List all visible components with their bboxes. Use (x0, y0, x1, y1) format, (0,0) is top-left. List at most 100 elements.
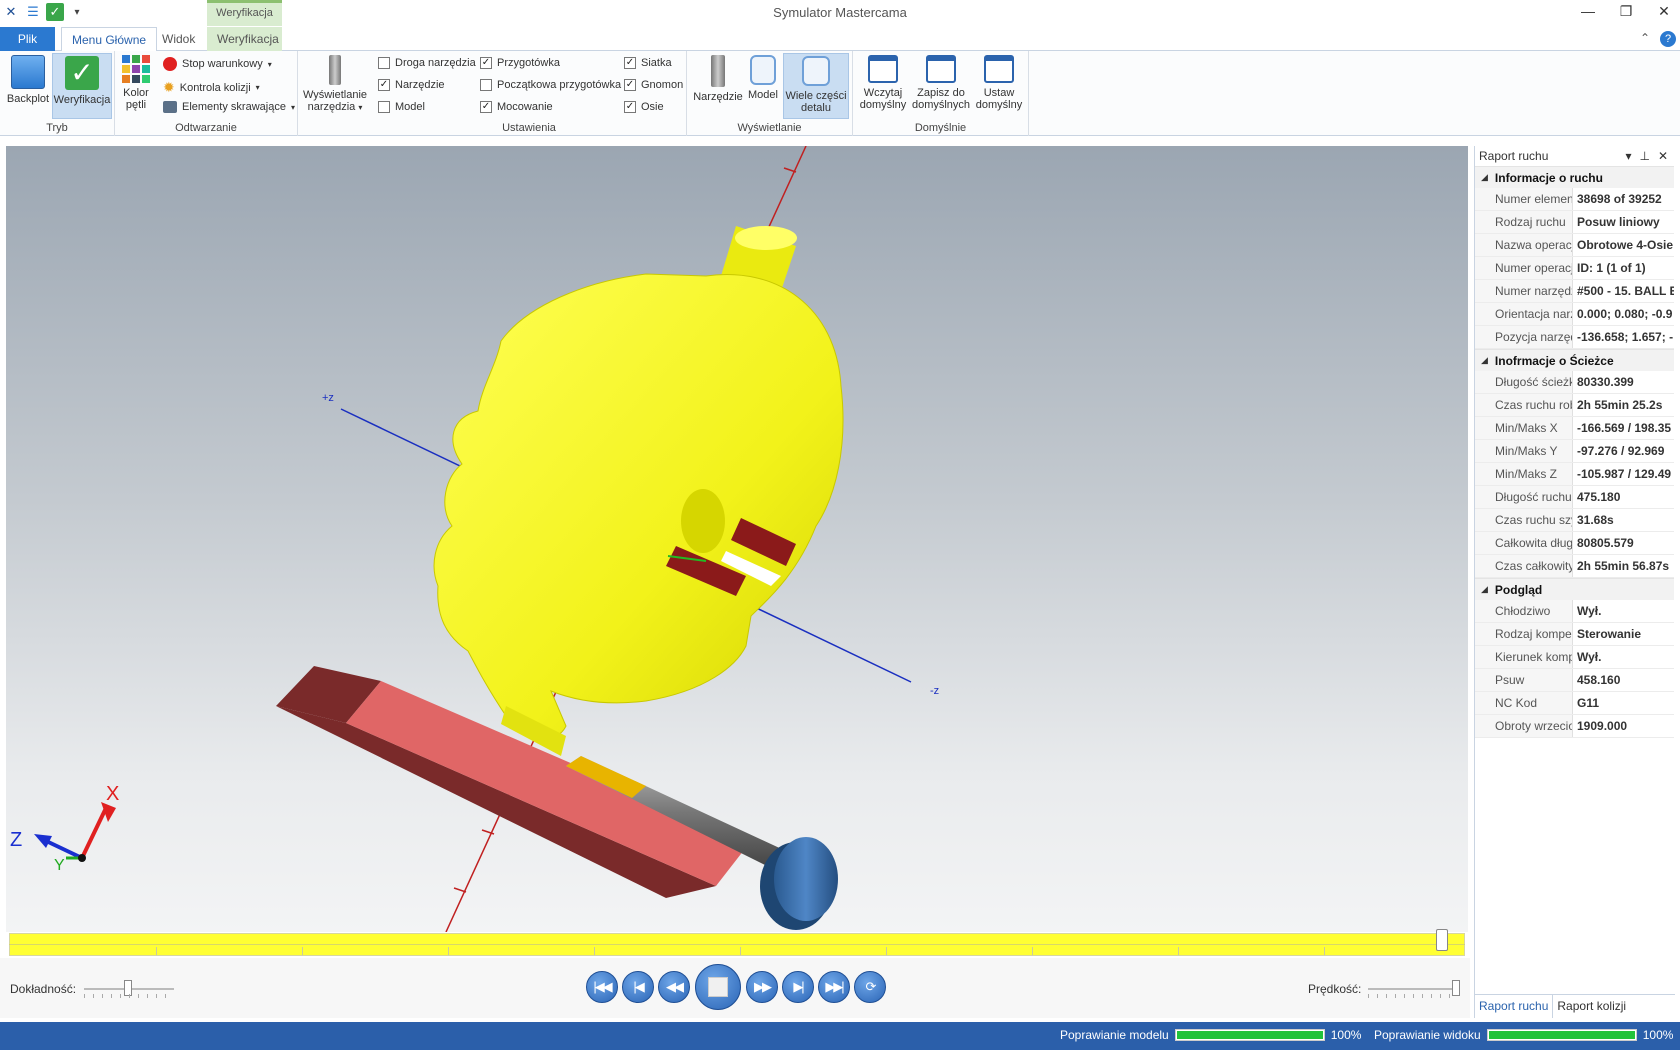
model-checkbox[interactable]: Model (378, 101, 425, 113)
property-row[interactable]: Rodzaj ruchu Posuw liniowy (1475, 211, 1674, 234)
accuracy-slider[interactable] (84, 980, 174, 998)
property-row[interactable]: Numer narzędzia#500 - 15. BALL E (1475, 280, 1674, 303)
load-window-icon (868, 55, 898, 83)
gnomon-checkbox[interactable]: ✓ Gnomon (624, 79, 683, 91)
tab-collision-report[interactable]: Raport kolizji (1553, 995, 1630, 1018)
timeline-line (9, 944, 1465, 945)
group-label-tryb: Tryb (46, 122, 68, 134)
collapse-ribbon-icon[interactable]: ⌃ (1640, 31, 1650, 47)
property-row[interactable]: Psuw 458.160 (1475, 669, 1674, 692)
color-grid-icon (122, 55, 150, 83)
property-row[interactable]: Czas ruchu szybkiego31.68s (1475, 509, 1674, 532)
stock-checkbox[interactable]: ✓ Przygotówka (480, 57, 560, 69)
timeline-tick (448, 947, 449, 955)
tab-verification[interactable]: Weryfikacja (207, 27, 282, 51)
property-row[interactable]: Numer elementu38698 of 39252 (1475, 188, 1674, 211)
property-row[interactable]: Czas całkowity 2h 55min 56.87s (1475, 555, 1674, 578)
property-row[interactable]: Min/Maks Y -97.276 / 92.969 (1475, 440, 1674, 463)
simulation-viewport[interactable]: +z -z X Z Y (6, 146, 1468, 932)
axes-checkbox[interactable]: ✓ Osie (624, 101, 664, 113)
property-row[interactable]: Rodzaj kompensacjiSterowanie (1475, 623, 1674, 646)
tab-view[interactable]: Widok (152, 27, 205, 51)
property-row[interactable]: NC Kod G11 (1475, 692, 1674, 715)
property-row[interactable]: Długość ścieżki 80330.399 (1475, 371, 1674, 394)
conditional-stop-button[interactable]: Stop warunkowy ▾ (163, 57, 272, 71)
timeline-tick (302, 947, 303, 955)
go-to-start-button[interactable]: |◀◀ (586, 971, 618, 1003)
category-motion-info[interactable]: ◢ Informacje o ruchu (1475, 166, 1674, 188)
toolpath-checkbox[interactable]: Droga narzędzia (378, 57, 476, 69)
property-row[interactable]: Orientacja narzędzia0.000; 0.080; -0.9 (1475, 303, 1674, 326)
property-row[interactable]: Min/Maks Z -105.987 / 129.49 (1475, 463, 1674, 486)
help-icon[interactable]: ? (1660, 31, 1676, 47)
property-row[interactable]: Czas ruchu roboczego2h 55min 25.2s (1475, 394, 1674, 417)
dropdown-arrow-icon: ▾ (255, 83, 260, 92)
panel-close-icon[interactable]: ✕ (1658, 149, 1668, 163)
restore-icon[interactable]: ❐ (1616, 3, 1636, 20)
machined-head-stock (433, 226, 844, 756)
speed-label: Prędkość: (1308, 982, 1362, 996)
cutting-elements-button[interactable]: Elementy skrawające ▾ (163, 101, 295, 113)
rewind-icon: ◀◀ (666, 979, 684, 994)
timeline-tick (594, 947, 595, 955)
color-loop-button[interactable]: Kolor pętli (121, 53, 151, 111)
stop-button[interactable] (695, 964, 741, 1010)
property-row[interactable]: Całkowita długość80805.579 (1475, 532, 1674, 555)
fast-forward-button[interactable]: ▶▶ (746, 971, 778, 1003)
gnomon-y-label: Y (54, 857, 65, 874)
close-icon[interactable]: ✕ (1654, 3, 1674, 20)
loop-button[interactable]: ⟳ (854, 971, 886, 1003)
grid-checkbox[interactable]: ✓ Siatka (624, 57, 672, 69)
rewind-button[interactable]: ◀◀ (658, 971, 690, 1003)
property-row[interactable]: Nazwa operacji Obrotowe 4-Osie (1475, 234, 1674, 257)
set-default-button[interactable]: Ustaw domyślny (973, 53, 1025, 111)
tab-motion-report[interactable]: Raport ruchu (1475, 995, 1554, 1018)
tool-display-button[interactable]: Wyświetlanie narzędzia ▾ (302, 53, 368, 114)
save-window-icon (926, 55, 956, 83)
property-row[interactable]: Kierunek kompensacjiWył. (1475, 646, 1674, 669)
initial-stock-checkbox[interactable]: Początkowa przygotówka (480, 79, 621, 91)
fixture-checkbox[interactable]: ✓ Mocowanie (480, 101, 553, 113)
load-default-button[interactable]: Wczytaj domyślny (857, 53, 909, 111)
dropdown-arrow-icon: ▾ (290, 102, 295, 112)
property-row[interactable]: Numer operacji ID: 1 (1 of 1) (1475, 257, 1674, 280)
tab-home[interactable]: Menu Główne (61, 27, 158, 52)
plus-z-label: +z (322, 392, 334, 404)
step-forward-button[interactable]: ▶| (782, 971, 814, 1003)
panel-header: Raport ruchu ▾ ⊥ ✕ (1475, 146, 1674, 166)
group-label-ustawienia: Ustawienia (502, 122, 556, 134)
property-row[interactable]: Długość ruchu 475.180 (1475, 486, 1674, 509)
save-default-button[interactable]: Zapisz do domyślnych (911, 53, 971, 111)
property-row[interactable]: Min/Maks X -166.569 / 198.35 (1475, 417, 1674, 440)
display-model-button[interactable]: Model (745, 53, 781, 101)
step-back-button[interactable]: |◀ (622, 971, 654, 1003)
timeline-tick (1032, 947, 1033, 955)
collision-check-button[interactable]: ✹ Kontrola kolizji ▾ (163, 79, 260, 96)
speed-slider[interactable] (1368, 980, 1460, 998)
property-row[interactable]: Obroty wrzeciona1909.000 (1475, 715, 1674, 738)
ribbon: Backplot ✓ Weryfikacja Tryb Kolor pętli … (0, 51, 1680, 136)
backplot-button[interactable]: Backplot (4, 53, 52, 105)
group-tryb: Backplot ✓ Weryfikacja Tryb (0, 51, 115, 136)
display-tool-button[interactable]: Narzędzie (693, 53, 743, 103)
pin-icon[interactable]: ⊥ (1639, 149, 1649, 163)
timeline-tick (1324, 947, 1325, 955)
category-preview[interactable]: ◢ Podgląd (1475, 578, 1674, 600)
tool-checkbox[interactable]: ✓ Narzędzie (378, 79, 445, 91)
checkmark-icon: ✓ (65, 56, 99, 90)
property-row[interactable]: Chłodziwo Wył. (1475, 600, 1674, 623)
stop-square-icon (708, 977, 728, 997)
model-refine-status: Poprawianie modelu 100% (1060, 1028, 1362, 1042)
property-row[interactable]: Pozycja narzędzia-136.658; 1.657; - (1475, 326, 1674, 349)
ribbon-tabs: Plik Menu Główne Widok Weryfikacja ⌃ ? (0, 27, 1680, 52)
tab-file[interactable]: Plik (0, 27, 55, 51)
playback-controls: Dokładność: |◀◀ |◀ ◀◀ ▶▶ ▶| ▶▶| ⟳ Prędko… (0, 958, 1470, 1018)
model-hex-icon (750, 55, 776, 85)
panel-menu-icon[interactable]: ▾ (1625, 149, 1631, 163)
go-to-end-button[interactable]: ▶▶| (818, 971, 850, 1003)
category-path-info[interactable]: ◢ Inofrmacje o Ścieżce (1475, 349, 1674, 371)
verification-button[interactable]: ✓ Weryfikacja (52, 53, 112, 119)
minimize-icon[interactable]: — (1578, 3, 1598, 20)
multi-part-button[interactable]: Wiele części detalu (783, 53, 849, 119)
timeline-thumb[interactable] (1436, 929, 1448, 951)
